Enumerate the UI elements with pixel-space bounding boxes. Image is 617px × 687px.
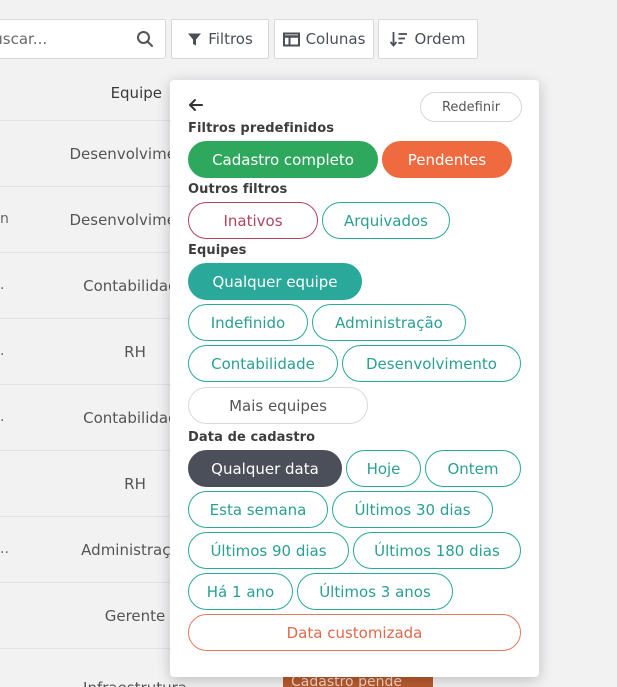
chip-esta-semana[interactable]: Esta semana [188, 491, 328, 528]
table-row[interactable]: . Contabilidade [0, 385, 187, 451]
columns-icon [282, 32, 300, 46]
table-header: Equipe [0, 64, 170, 121]
columns-button[interactable]: Colunas [274, 19, 374, 59]
section-title-date: Data de cadastro [188, 430, 316, 445]
chip-arquivados[interactable]: Arquivados [322, 202, 450, 239]
columns-button-label: Colunas [305, 30, 366, 48]
search-input[interactable] [0, 30, 111, 48]
chip-qualquer-data[interactable]: Qualquer data [188, 450, 342, 487]
section-title-teams: Equipes [188, 243, 247, 258]
chip-administracao[interactable]: Administração [312, 304, 466, 341]
chip-pendentes[interactable]: Pendentes [382, 141, 512, 178]
table-row[interactable]: Infraestrutura [0, 649, 187, 687]
sort-icon [390, 32, 408, 47]
section-title-others: Outros filtros [188, 182, 288, 197]
row-cell-team: Infraestrutura [0, 679, 285, 687]
table-row[interactable]: RH [0, 451, 170, 517]
filters-button[interactable]: Filtros [171, 19, 269, 59]
table-row[interactable]: . Contabilidade [0, 253, 187, 319]
table-row[interactable]: Desenvolvimento [0, 121, 201, 187]
table-row[interactable]: n Desenvolvimento [0, 187, 201, 253]
order-button[interactable]: Ordem [378, 19, 478, 59]
chip-data-customizada[interactable]: Data customizada [188, 614, 521, 651]
more-teams-button[interactable]: Mais equipes [188, 387, 368, 424]
order-button-label: Ordem [414, 30, 466, 48]
chip-ultimos-90-dias[interactable]: Últimos 90 dias [188, 532, 349, 569]
chip-ultimos-30-dias[interactable]: Últimos 30 dias [332, 491, 493, 528]
chip-ultimos-3-anos[interactable]: Últimos 3 anos [297, 573, 453, 610]
table-row[interactable]: . RH [0, 319, 170, 385]
chip-cadastro-completo[interactable]: Cadastro completo [188, 141, 378, 178]
search-icon[interactable] [136, 30, 154, 48]
column-header-team[interactable]: Equipe [111, 84, 162, 102]
filters-button-label: Filtros [208, 30, 253, 48]
chip-indefinido[interactable]: Indefinido [188, 304, 308, 341]
reset-button[interactable]: Redefinir [420, 92, 522, 122]
filters-popover: Redefinir Filtros predefinidos Cadastro … [170, 80, 539, 677]
chip-qualquer-equipe[interactable]: Qualquer equipe [188, 263, 362, 300]
table-row[interactable]: .. Administração [0, 517, 189, 583]
chip-inativos[interactable]: Inativos [188, 202, 318, 239]
chip-hoje[interactable]: Hoje [346, 450, 421, 487]
search-box[interactable] [0, 19, 166, 59]
filter-icon [188, 33, 202, 45]
chip-contabilidade[interactable]: Contabilidade [188, 345, 338, 382]
table-row[interactable]: Gerente [0, 583, 170, 649]
members-table: Equipe Desenvolvimento n Desenvolvimento … [0, 64, 201, 687]
chip-desenvolvimento[interactable]: Desenvolvimento [342, 345, 521, 382]
arrow-left-icon[interactable] [187, 96, 205, 114]
chip-ha-1-ano[interactable]: Há 1 ano [188, 573, 293, 610]
section-title-predefined: Filtros predefinidos [188, 121, 335, 136]
chip-ultimos-180-dias[interactable]: Últimos 180 dias [353, 532, 521, 569]
chip-ontem[interactable]: Ontem [425, 450, 521, 487]
